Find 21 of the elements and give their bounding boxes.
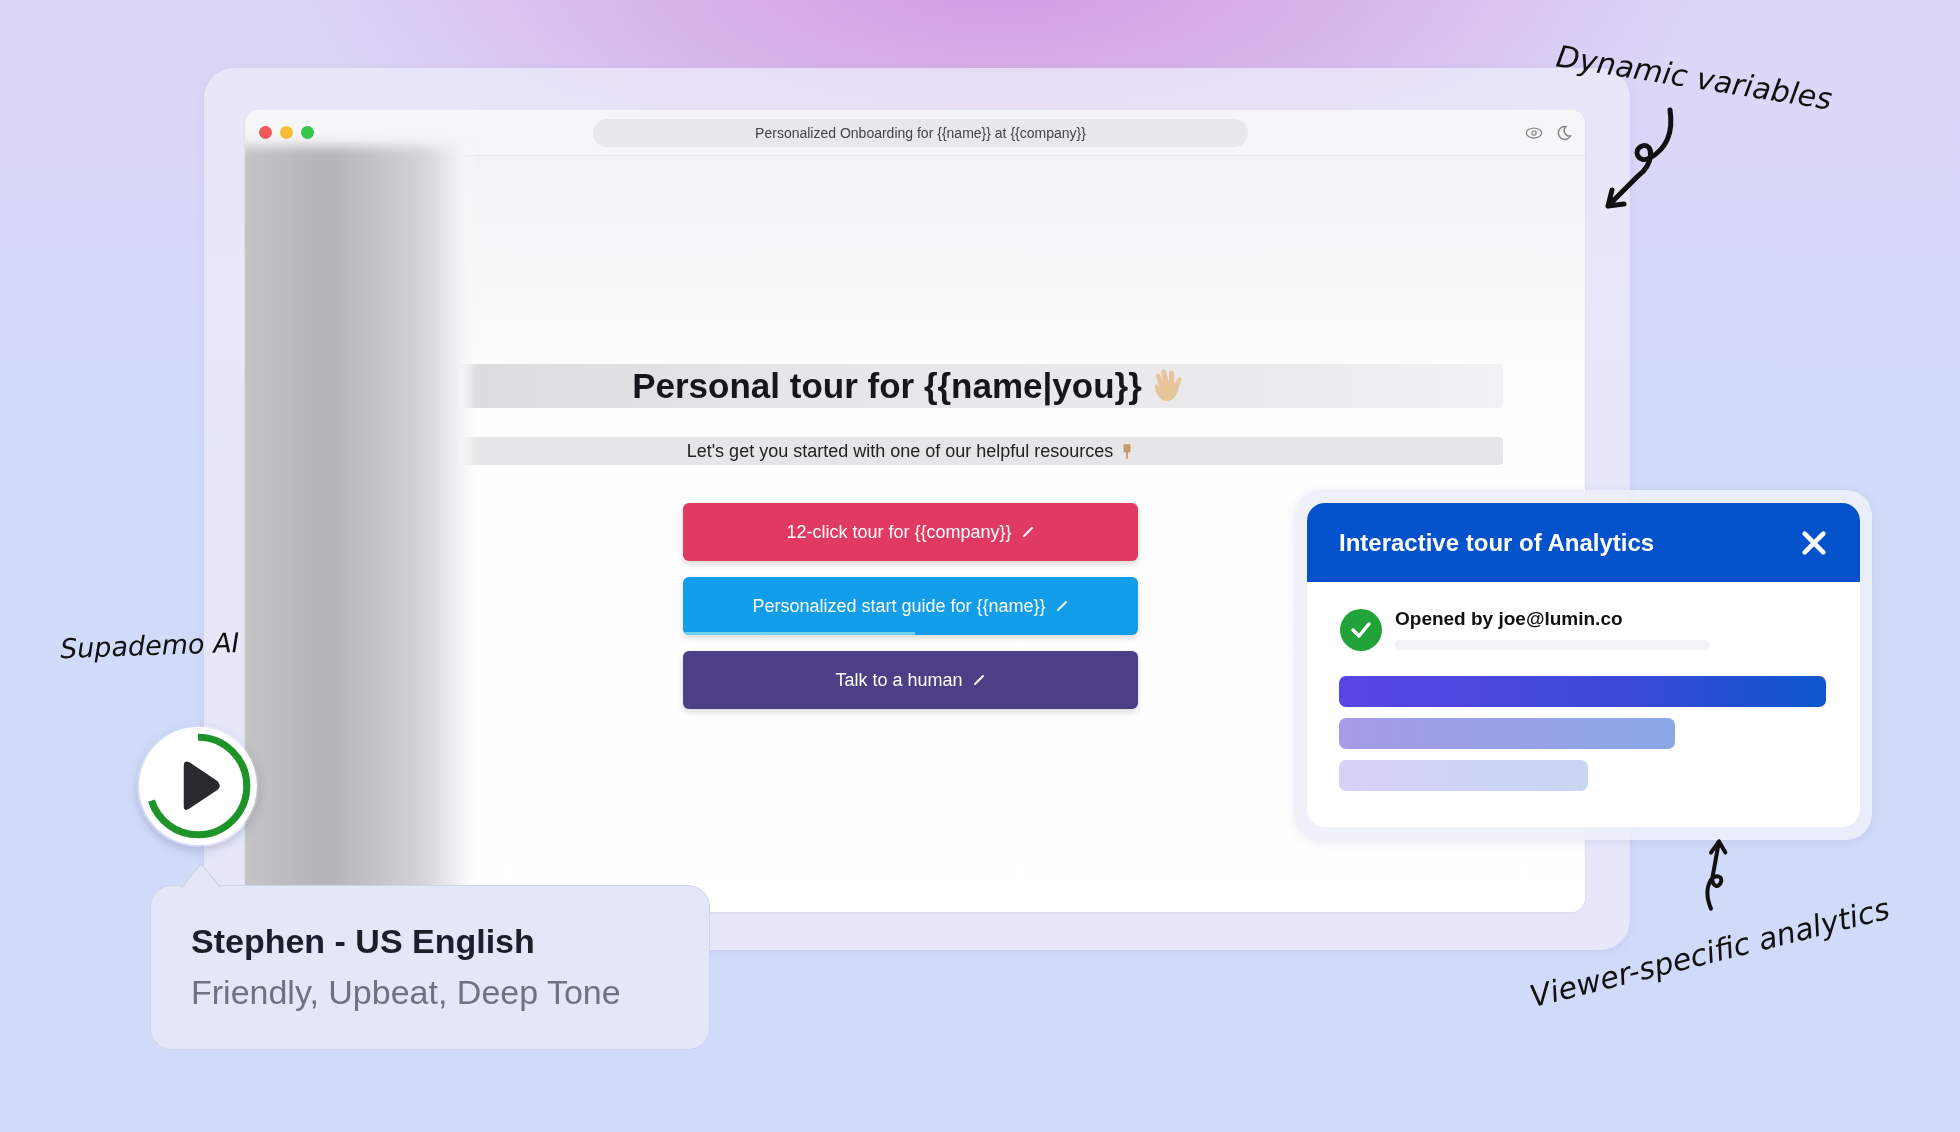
moon-icon[interactable] [1555,124,1573,141]
pencil-icon [1021,526,1034,538]
zoom-button[interactable] [301,126,314,139]
page-subtitle: Let's get you started with one of our helpful resources [686,440,1114,462]
address-bar[interactable]: Personalized Onboarding for {{name}} at {{company}} [593,118,1248,147]
play-button[interactable] [137,725,259,847]
close-icon[interactable] [1800,528,1828,557]
eye-icon[interactable] [1525,124,1543,141]
voice-name: Stephen - US English [191,922,536,961]
play-icon [183,761,220,810]
annotation-text: Dynamic variables [1554,38,1835,117]
tour-button[interactable]: 12-click tour for {{company}} [682,503,1138,561]
viewer-email: Opened by joe@lumin.co [1395,608,1624,630]
pencil-icon [1055,600,1068,612]
voice-traits: Friendly, Upbeat, Deep Tone [191,973,622,1012]
tour-button[interactable]: Talk to a human [682,651,1138,709]
page-heading: Personal tour for {{name|you}} [632,366,1142,406]
popup-title: Interactive tour of Analytics [1339,528,1655,557]
close-button[interactable] [259,126,272,139]
pencil-icon [972,674,985,686]
feature-label: Supademo AI [59,626,240,665]
